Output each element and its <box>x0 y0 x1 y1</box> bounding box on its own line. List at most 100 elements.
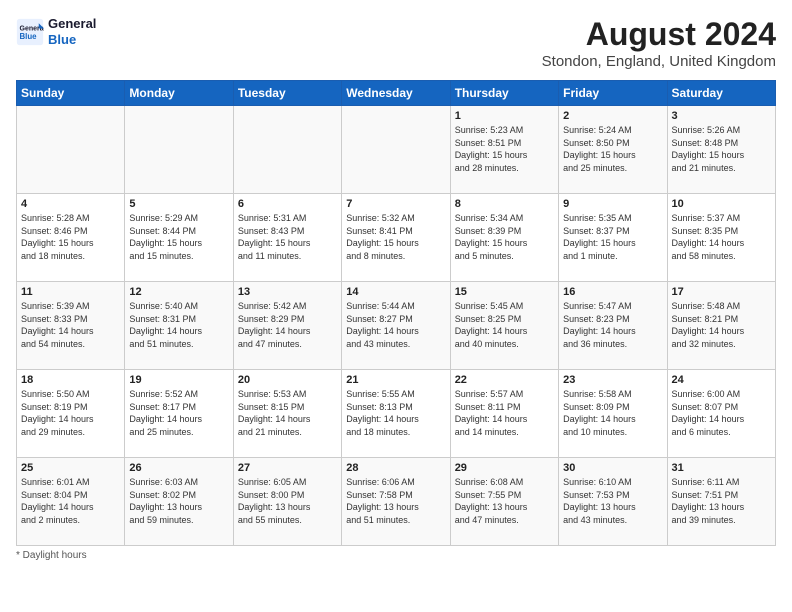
day-number: 8 <box>455 198 554 210</box>
svg-text:Blue: Blue <box>20 32 38 41</box>
day-number: 16 <box>563 286 662 298</box>
calendar-cell: 9Sunrise: 5:35 AM Sunset: 8:37 PM Daylig… <box>559 194 667 282</box>
logo: General Blue General Blue <box>16 16 96 47</box>
day-info: Sunrise: 5:31 AM Sunset: 8:43 PM Dayligh… <box>238 212 337 262</box>
day-number: 23 <box>563 374 662 386</box>
calendar-cell: 13Sunrise: 5:42 AM Sunset: 8:29 PM Dayli… <box>233 282 341 370</box>
calendar-cell: 12 Sunrise: 5:40 AM Sunset: 8:31 PM Dayli… <box>125 282 233 370</box>
calendar-cell: 24 Sunrise: 6:00 AM Sunset: 8:07 PM Dayli… <box>667 370 775 458</box>
day-info: Sunrise: 5:53 AM Sunset: 8:15 PM Dayligh… <box>238 388 337 438</box>
day-number: 21 <box>346 374 445 386</box>
footer-note: * Daylight hours <box>16 550 776 561</box>
calendar-cell: 4Sunrise: 5:28 AM Sunset: 8:46 PM Daylig… <box>17 194 125 282</box>
day-info: Sunrise: 6:08 AM Sunset: 7:55 PM Dayligh… <box>455 476 554 526</box>
logo-line1: General <box>48 16 96 32</box>
day-info: Sunrise: 5:28 AM Sunset: 8:46 PM Dayligh… <box>21 212 120 262</box>
week-row-3: 18 Sunrise: 5:50 AM Sunset: 8:19 PM Dayli… <box>17 370 776 458</box>
calendar-header: SundayMondayTuesdayWednesdayThursdayFrid… <box>17 81 776 106</box>
calendar-cell: 7 Sunrise: 5:32 AM Sunset: 8:41 PM Daylig… <box>342 194 450 282</box>
day-info: Sunrise: 6:00 AM Sunset: 8:07 PM Dayligh… <box>672 388 771 438</box>
calendar-cell: 22Sunrise: 5:57 AM Sunset: 8:11 PM Dayli… <box>450 370 558 458</box>
calendar-cell <box>342 106 450 194</box>
day-number: 2 <box>563 110 662 122</box>
day-number: 9 <box>563 198 662 210</box>
calendar-cell: 25Sunrise: 6:01 AM Sunset: 8:04 PM Dayli… <box>17 458 125 546</box>
day-header-friday: Friday <box>559 81 667 106</box>
day-info: Sunrise: 6:10 AM Sunset: 7:53 PM Dayligh… <box>563 476 662 526</box>
day-header-thursday: Thursday <box>450 81 558 106</box>
day-info: Sunrise: 5:52 AM Sunset: 8:17 PM Dayligh… <box>129 388 228 438</box>
header: General Blue General Blue August 2024 St… <box>16 16 776 70</box>
day-info: Sunrise: 6:11 AM Sunset: 7:51 PM Dayligh… <box>672 476 771 526</box>
day-header-monday: Monday <box>125 81 233 106</box>
header-row: SundayMondayTuesdayWednesdayThursdayFrid… <box>17 81 776 106</box>
calendar-cell <box>17 106 125 194</box>
day-number: 10 <box>672 198 771 210</box>
day-number: 20 <box>238 374 337 386</box>
day-info: Sunrise: 5:47 AM Sunset: 8:23 PM Dayligh… <box>563 300 662 350</box>
day-number: 3 <box>672 110 771 122</box>
day-info: Sunrise: 6:01 AM Sunset: 8:04 PM Dayligh… <box>21 476 120 526</box>
day-number: 24 <box>672 374 771 386</box>
day-info: Sunrise: 5:44 AM Sunset: 8:27 PM Dayligh… <box>346 300 445 350</box>
day-info: Sunrise: 6:05 AM Sunset: 8:00 PM Dayligh… <box>238 476 337 526</box>
calendar-cell: 6Sunrise: 5:31 AM Sunset: 8:43 PM Daylig… <box>233 194 341 282</box>
calendar-cell: 2 Sunrise: 5:24 AM Sunset: 8:50 PM Daylig… <box>559 106 667 194</box>
calendar-cell: 27 Sunrise: 6:05 AM Sunset: 8:00 PM Dayli… <box>233 458 341 546</box>
calendar-cell: 31Sunrise: 6:11 AM Sunset: 7:51 PM Dayli… <box>667 458 775 546</box>
day-info: Sunrise: 5:57 AM Sunset: 8:11 PM Dayligh… <box>455 388 554 438</box>
day-number: 30 <box>563 462 662 474</box>
day-header-wednesday: Wednesday <box>342 81 450 106</box>
calendar-cell: 3Sunrise: 5:26 AM Sunset: 8:48 PM Daylig… <box>667 106 775 194</box>
calendar-cell: 29 Sunrise: 6:08 AM Sunset: 7:55 PM Dayli… <box>450 458 558 546</box>
day-number: 19 <box>129 374 228 386</box>
day-number: 1 <box>455 110 554 122</box>
day-number: 15 <box>455 286 554 298</box>
logo-text: General Blue <box>48 16 96 47</box>
calendar-cell: 19 Sunrise: 5:52 AM Sunset: 8:17 PM Dayli… <box>125 370 233 458</box>
day-number: 7 <box>346 198 445 210</box>
day-number: 14 <box>346 286 445 298</box>
day-info: Sunrise: 5:50 AM Sunset: 8:19 PM Dayligh… <box>21 388 120 438</box>
day-info: Sunrise: 6:03 AM Sunset: 8:02 PM Dayligh… <box>129 476 228 526</box>
calendar-cell: 14 Sunrise: 5:44 AM Sunset: 8:27 PM Dayli… <box>342 282 450 370</box>
day-info: Sunrise: 5:24 AM Sunset: 8:50 PM Dayligh… <box>563 124 662 174</box>
day-info: Sunrise: 5:32 AM Sunset: 8:41 PM Dayligh… <box>346 212 445 262</box>
logo-line2: Blue <box>48 32 96 48</box>
calendar-cell: 26Sunrise: 6:03 AM Sunset: 8:02 PM Dayli… <box>125 458 233 546</box>
calendar-cell: 15 Sunrise: 5:45 AM Sunset: 8:25 PM Dayli… <box>450 282 558 370</box>
week-row-0: 1Sunrise: 5:23 AM Sunset: 8:51 PM Daylig… <box>17 106 776 194</box>
day-info: Sunrise: 5:29 AM Sunset: 8:44 PM Dayligh… <box>129 212 228 262</box>
month-title: August 2024 <box>542 16 776 53</box>
day-info: Sunrise: 5:48 AM Sunset: 8:21 PM Dayligh… <box>672 300 771 350</box>
location: Stondon, England, United Kingdom <box>542 53 776 70</box>
day-number: 13 <box>238 286 337 298</box>
day-header-tuesday: Tuesday <box>233 81 341 106</box>
day-header-sunday: Sunday <box>17 81 125 106</box>
calendar-cell: 20 Sunrise: 5:53 AM Sunset: 8:15 PM Dayli… <box>233 370 341 458</box>
day-number: 12 <box>129 286 228 298</box>
calendar-cell: 28Sunrise: 6:06 AM Sunset: 7:58 PM Dayli… <box>342 458 450 546</box>
page: General Blue General Blue August 2024 St… <box>0 0 792 612</box>
week-row-2: 11 Sunrise: 5:39 AM Sunset: 8:33 PM Dayli… <box>17 282 776 370</box>
calendar-cell: 1Sunrise: 5:23 AM Sunset: 8:51 PM Daylig… <box>450 106 558 194</box>
day-info: Sunrise: 5:39 AM Sunset: 8:33 PM Dayligh… <box>21 300 120 350</box>
day-number: 28 <box>346 462 445 474</box>
calendar-cell <box>125 106 233 194</box>
calendar-cell <box>233 106 341 194</box>
day-number: 17 <box>672 286 771 298</box>
day-info: Sunrise: 5:58 AM Sunset: 8:09 PM Dayligh… <box>563 388 662 438</box>
day-info: Sunrise: 5:40 AM Sunset: 8:31 PM Dayligh… <box>129 300 228 350</box>
week-row-1: 4Sunrise: 5:28 AM Sunset: 8:46 PM Daylig… <box>17 194 776 282</box>
calendar-cell: 23 Sunrise: 5:58 AM Sunset: 8:09 PM Dayli… <box>559 370 667 458</box>
calendar-table: SundayMondayTuesdayWednesdayThursdayFrid… <box>16 80 776 546</box>
day-info: Sunrise: 5:37 AM Sunset: 8:35 PM Dayligh… <box>672 212 771 262</box>
day-number: 27 <box>238 462 337 474</box>
day-number: 29 <box>455 462 554 474</box>
week-row-4: 25Sunrise: 6:01 AM Sunset: 8:04 PM Dayli… <box>17 458 776 546</box>
day-number: 11 <box>21 286 120 298</box>
calendar-cell: 5Sunrise: 5:29 AM Sunset: 8:44 PM Daylig… <box>125 194 233 282</box>
day-info: Sunrise: 5:45 AM Sunset: 8:25 PM Dayligh… <box>455 300 554 350</box>
day-number: 18 <box>21 374 120 386</box>
day-header-saturday: Saturday <box>667 81 775 106</box>
